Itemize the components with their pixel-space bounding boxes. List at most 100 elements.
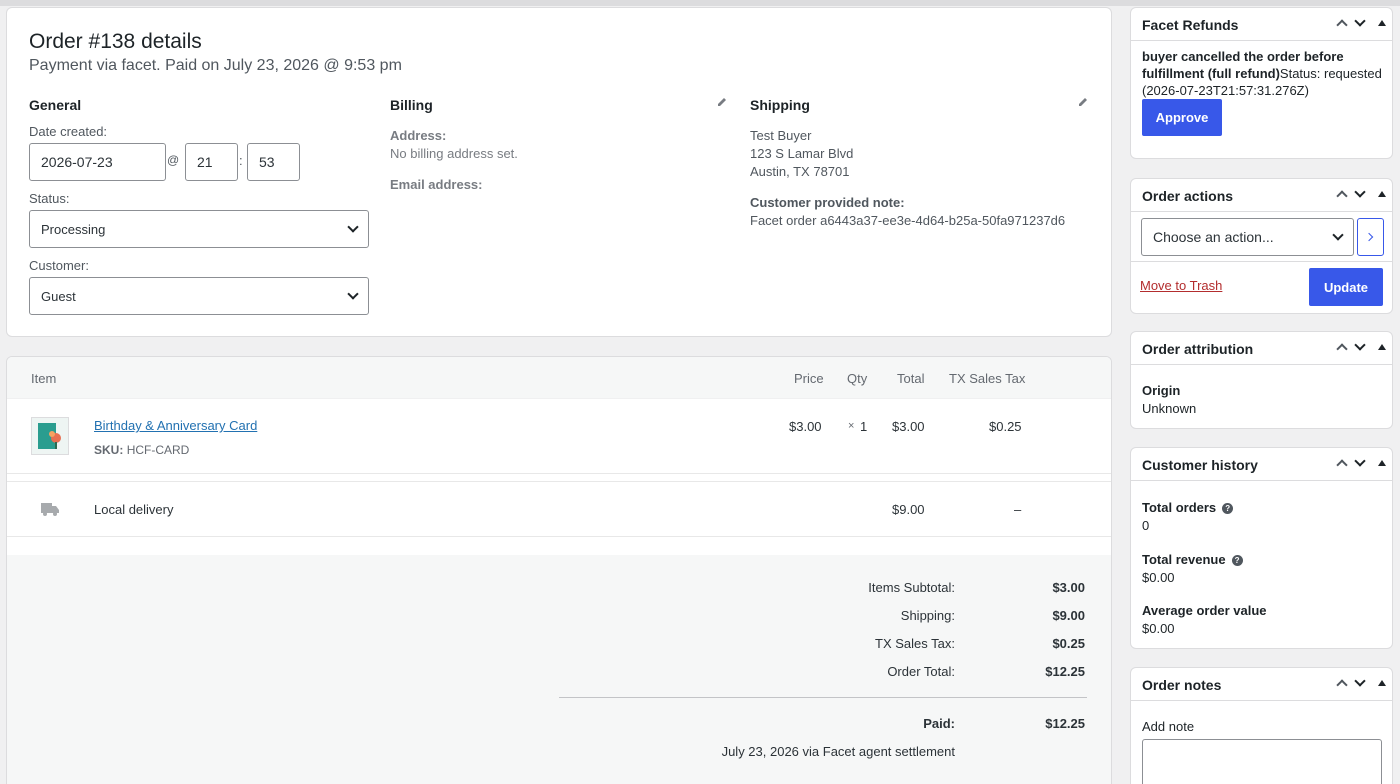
move-down-icon[interactable] bbox=[1354, 455, 1366, 467]
refund-request: buyer cancelled the order before fulfill… bbox=[1142, 48, 1390, 99]
billing-address-value: No billing address set. bbox=[390, 146, 518, 161]
subtotal-label: Items Subtotal: bbox=[868, 580, 955, 595]
order-totals: Items Subtotal: $3.00 Shipping: $9.00 TX… bbox=[7, 555, 1111, 784]
collapse-toggle-icon[interactable] bbox=[1378, 460, 1386, 466]
item-qty: 1 bbox=[860, 419, 868, 434]
hour-input[interactable]: 21 bbox=[185, 143, 238, 181]
paid-note: July 23, 2026 via Facet agent settlement bbox=[721, 744, 955, 759]
add-note-textarea[interactable] bbox=[1142, 739, 1382, 784]
billing-email-label: Email address: bbox=[390, 177, 483, 192]
col-qty: Qty bbox=[847, 371, 868, 386]
actions-divider bbox=[1131, 261, 1392, 262]
approve-refund-button[interactable]: Approve bbox=[1142, 99, 1222, 136]
order-subtitle: Payment via facet. Paid on July 23, 2026… bbox=[29, 57, 402, 74]
facet-refunds-panel: Facet Refunds buyer cancelled the order … bbox=[1130, 7, 1393, 159]
move-up-icon[interactable] bbox=[1336, 679, 1348, 691]
edit-billing-pencil-icon[interactable] bbox=[717, 97, 727, 107]
customer-history-panel: Customer history Total orders? 0 Total r… bbox=[1130, 447, 1393, 649]
date-created-input[interactable]: 2026-07-23 bbox=[29, 143, 166, 181]
customer-note-label: Customer provided note: bbox=[750, 195, 905, 210]
billing-heading: Billing bbox=[390, 97, 433, 113]
col-total: Total bbox=[897, 371, 925, 386]
billing-address-label: Address: bbox=[390, 128, 447, 143]
attribution-title: Order attribution bbox=[1142, 341, 1254, 357]
order-actions-panel: Order actions Choose an action... Move t… bbox=[1130, 178, 1393, 314]
collapse-toggle-icon[interactable] bbox=[1378, 20, 1386, 26]
attribution-header: Order attribution bbox=[1131, 332, 1392, 365]
admin-top-strip bbox=[0, 0, 1400, 6]
update-button[interactable]: Update bbox=[1309, 268, 1383, 306]
order-items-panel: Item Price Qty Total TX Sales Tax Birthd… bbox=[6, 356, 1112, 784]
product-name-link[interactable]: Birthday & Anniversary Card bbox=[94, 418, 257, 433]
chevron-down-icon bbox=[347, 221, 359, 233]
order-notes-panel: Order notes Add note bbox=[1130, 667, 1393, 784]
chevron-down-icon bbox=[347, 288, 359, 300]
order-action-select[interactable]: Choose an action... bbox=[1141, 218, 1354, 256]
customer-select[interactable]: Guest bbox=[29, 277, 369, 315]
status-select[interactable]: Processing bbox=[29, 210, 369, 248]
shipping-line-row: Local delivery $9.00 – bbox=[7, 481, 1111, 537]
tax-total-label: TX Sales Tax: bbox=[875, 636, 955, 651]
item-price: $3.00 bbox=[789, 419, 822, 434]
move-down-icon[interactable] bbox=[1354, 339, 1366, 351]
tax-total-value: $0.25 bbox=[1052, 636, 1085, 651]
shipping-total-value: $9.00 bbox=[1052, 608, 1085, 623]
move-up-icon[interactable] bbox=[1336, 343, 1348, 355]
move-to-trash-link[interactable]: Move to Trash bbox=[1140, 278, 1222, 293]
refund-reason-1: buyer cancelled the order before bbox=[1142, 49, 1344, 64]
total-revenue-row: Total revenue? bbox=[1142, 552, 1243, 567]
add-note-label: Add note bbox=[1142, 719, 1195, 734]
customer-note-value: Facet order a6443a37-ee3e-4d64-b25a-50fa… bbox=[750, 213, 1066, 228]
order-title: Order #138 details bbox=[29, 30, 202, 53]
collapse-toggle-icon[interactable] bbox=[1378, 680, 1386, 686]
col-item: Item bbox=[31, 371, 57, 386]
totals-divider bbox=[559, 697, 1087, 698]
move-down-icon[interactable] bbox=[1354, 15, 1366, 27]
sku-value: HCF-CARD bbox=[126, 443, 190, 457]
collapse-toggle-icon[interactable] bbox=[1378, 344, 1386, 350]
item-total: $3.00 bbox=[892, 419, 925, 434]
customer-label: Customer: bbox=[29, 258, 89, 273]
refund-timestamp: (2026-07-23T21:57:31.276Z) bbox=[1142, 83, 1309, 98]
total-orders-label: Total orders bbox=[1142, 500, 1217, 515]
minute-input[interactable]: 53 bbox=[247, 143, 300, 181]
general-heading: General bbox=[29, 97, 82, 113]
date-created-label: Date created: bbox=[29, 124, 108, 139]
notes-title: Order notes bbox=[1142, 677, 1222, 693]
move-up-icon[interactable] bbox=[1336, 19, 1348, 31]
total-orders-value: 0 bbox=[1142, 518, 1150, 533]
actions-title: Order actions bbox=[1142, 188, 1234, 204]
help-icon[interactable]: ? bbox=[1222, 503, 1234, 515]
aov-value: $0.00 bbox=[1142, 621, 1175, 636]
line-item-row: Birthday & Anniversary Card SKU: HCF-CAR… bbox=[7, 399, 1111, 474]
product-sku: SKU: HCF-CARD bbox=[94, 443, 189, 457]
items-header: Item Price Qty Total TX Sales Tax bbox=[7, 357, 1111, 399]
origin-value: Unknown bbox=[1142, 401, 1197, 416]
move-down-icon[interactable] bbox=[1354, 675, 1366, 687]
colon-separator: : bbox=[239, 153, 243, 168]
qty-times: × bbox=[848, 420, 855, 432]
truck-icon bbox=[41, 503, 59, 516]
paid-label: Paid: bbox=[923, 716, 955, 731]
customer-value: Guest bbox=[41, 288, 76, 304]
order-action-value: Choose an action... bbox=[1153, 229, 1274, 245]
chevron-right-icon bbox=[1364, 232, 1374, 242]
collapse-toggle-icon[interactable] bbox=[1378, 191, 1386, 197]
shipping-method-name: Local delivery bbox=[94, 502, 174, 517]
move-up-icon[interactable] bbox=[1336, 190, 1348, 202]
total-revenue-label: Total revenue bbox=[1142, 552, 1226, 567]
move-up-icon[interactable] bbox=[1336, 459, 1348, 471]
aov-label: Average order value bbox=[1142, 603, 1267, 618]
total-revenue-value: $0.00 bbox=[1142, 570, 1175, 585]
refunds-header: Facet Refunds bbox=[1131, 8, 1392, 41]
history-header: Customer history bbox=[1131, 448, 1392, 481]
refund-reason-2: fulfillment (full refund) bbox=[1142, 66, 1280, 81]
product-thumbnail[interactable] bbox=[31, 417, 69, 455]
order-attribution-panel: Order attribution Origin Unknown bbox=[1130, 331, 1393, 429]
status-value: Processing bbox=[41, 221, 106, 237]
apply-action-button[interactable] bbox=[1357, 218, 1384, 256]
help-icon[interactable]: ? bbox=[1231, 555, 1243, 567]
shipping-city: Austin, TX 78701 bbox=[750, 164, 850, 179]
move-down-icon[interactable] bbox=[1354, 186, 1366, 198]
edit-shipping-pencil-icon[interactable] bbox=[1078, 97, 1088, 107]
